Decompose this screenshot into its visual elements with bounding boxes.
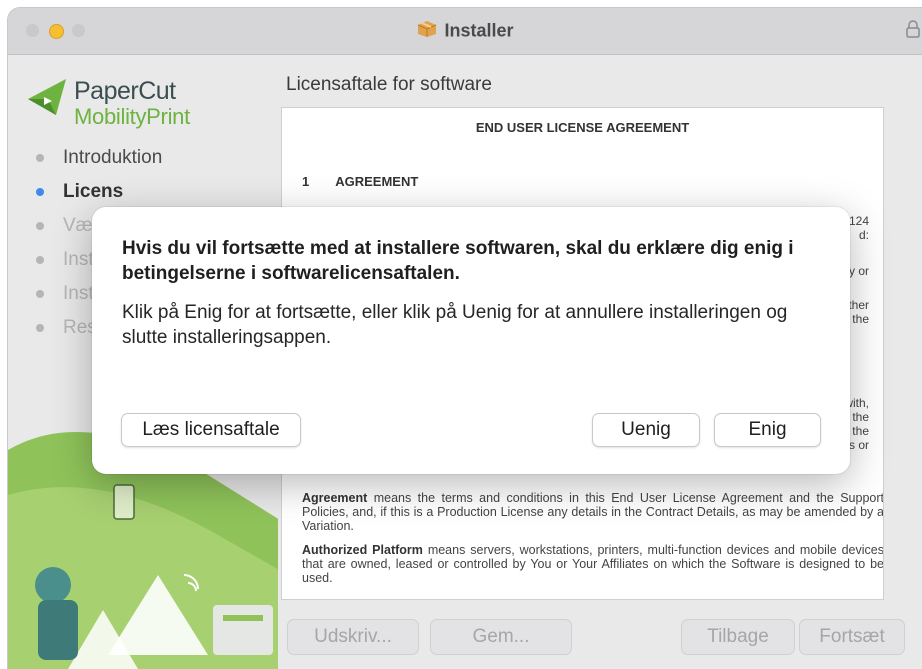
disagree-button[interactable]: Uenig [592,413,700,447]
papercut-logo-icon [26,77,72,122]
license-paragraph-agreement: Agreement means the terms and conditions… [302,491,884,533]
save-button[interactable]: Gem... [430,619,572,655]
back-button[interactable]: Tilbage [681,619,795,655]
step-dot [36,154,44,162]
step-dot [36,290,44,298]
step-dot [36,222,44,230]
package-icon [416,20,438,43]
print-button[interactable]: Udskriv... [287,619,419,655]
step-dot [36,256,44,264]
license-paragraph-platform: Authorized Platform means servers, works… [302,543,884,585]
license-heading: END USER LICENSE AGREEMENT [475,120,690,135]
step-dot-active [36,188,44,196]
brand-product: MobilityPrint [74,104,190,129]
step-license: Licens [36,175,162,209]
read-license-button[interactable]: Læs licensaftale [121,413,301,447]
brand-name: PaperCut [74,77,176,105]
title-bar: Installer [8,8,922,55]
license-agreement-dialog: Hvis du vil fortsætte med at installere … [92,207,850,474]
step-dot [36,324,44,332]
lock-icon [906,20,920,43]
license-section-heading: 1 AGREEMENT [302,174,419,189]
page-title: Licensaftale for software [286,74,492,95]
dialog-title: Hvis du vil fortsætte med at installere … [122,238,794,284]
dialog-message: Klik på Enig for at fortsætte, eller kli… [122,302,788,348]
window-title: Installer [444,20,514,41]
agree-button[interactable]: Enig [714,413,821,447]
window-title-wrap: Installer [8,20,922,43]
continue-button[interactable]: Fortsæt [799,619,905,655]
step-introduction: Introduktion [36,141,162,175]
